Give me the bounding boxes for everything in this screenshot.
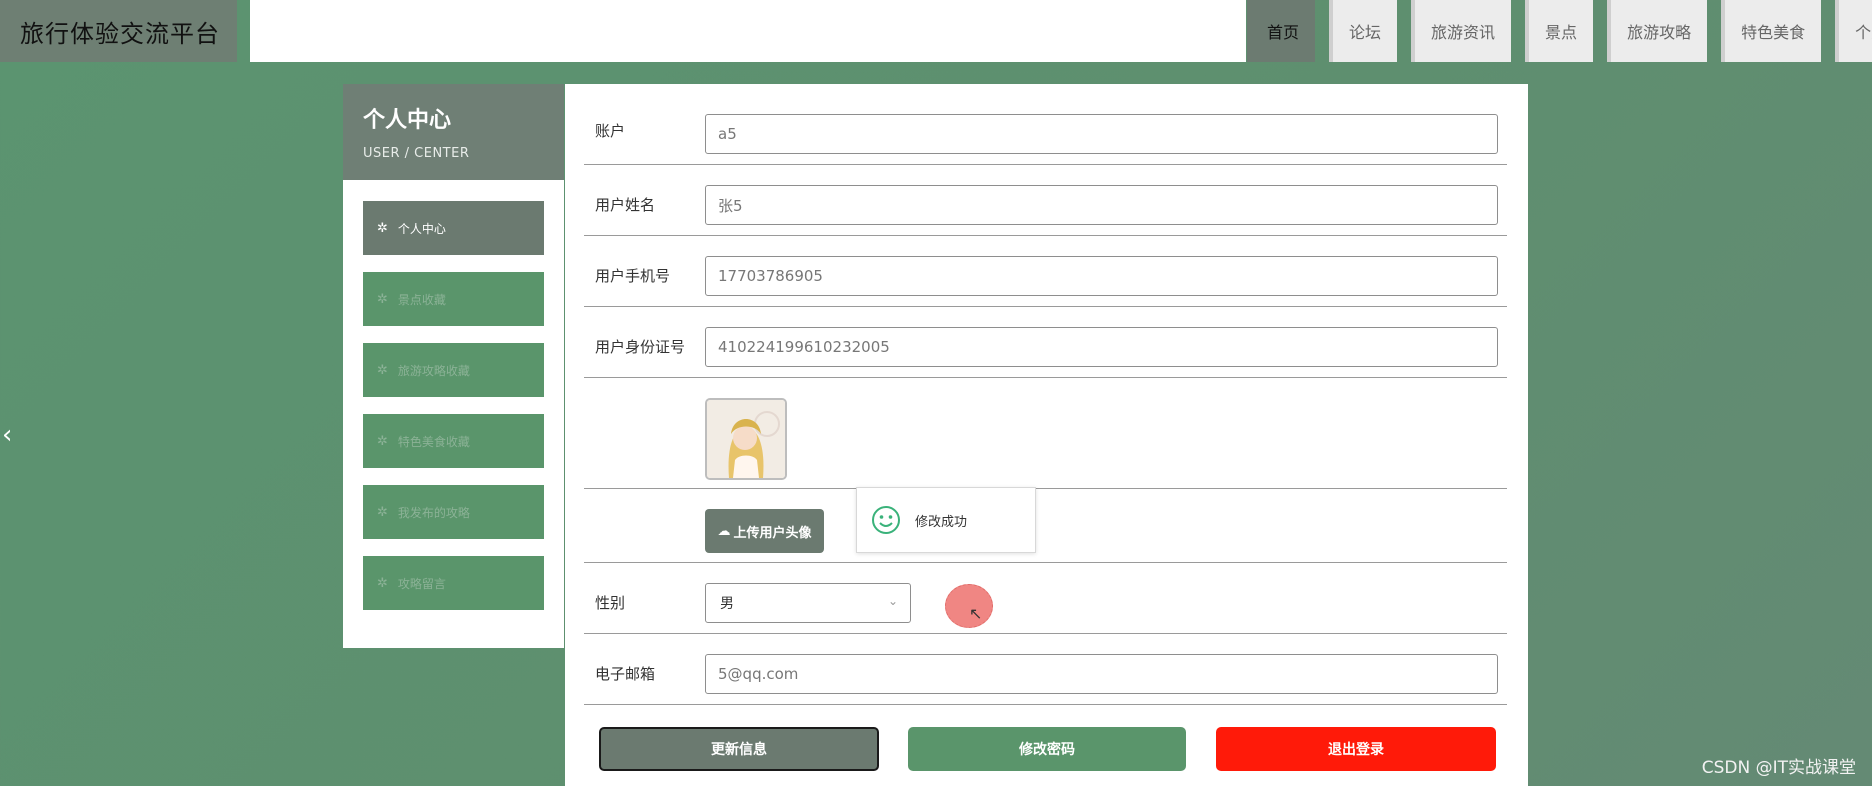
cursor-pointer-icon: ↖	[969, 604, 983, 623]
sidebar-item-label: 个人中心	[397, 221, 446, 236]
change-password-button[interactable]: 修改密码	[908, 727, 1186, 771]
gear-icon: ✲	[377, 291, 388, 307]
nav-attractions[interactable]: 景点	[1525, 0, 1594, 62]
header-blank-area	[250, 0, 1246, 62]
phone-field[interactable]	[705, 256, 1498, 296]
gender-label: 性别	[595, 594, 626, 612]
site-title[interactable]: 旅行体验交流平台	[0, 0, 237, 62]
chevron-down-icon: ⌄	[887, 594, 898, 608]
sidebar-item-label: 特色美食收藏	[397, 434, 470, 449]
gear-icon: ✲	[377, 433, 388, 449]
gear-icon: ✲	[377, 575, 388, 591]
name-row: 用户姓名	[584, 165, 1507, 236]
idcard-row: 用户身份证号	[584, 307, 1507, 378]
smiley-icon	[872, 506, 900, 534]
email-field[interactable]	[705, 654, 1498, 694]
success-toast: 修改成功	[856, 487, 1036, 553]
sidebar-menu: ✲ 个人中心 ✲ 景点收藏 ✲ 旅游攻略收藏 ✲ 特色美食收藏 ✲ 我发布的攻略…	[343, 180, 564, 610]
idcard-label: 用户身份证号	[595, 338, 686, 356]
account-field[interactable]	[705, 114, 1498, 154]
gender-selected-value: 男	[720, 596, 734, 612]
avatar	[705, 398, 787, 480]
phone-label: 用户手机号	[595, 267, 671, 285]
phone-row: 用户手机号	[584, 236, 1507, 307]
avatar-row	[584, 378, 1507, 489]
sidebar-item-guide-comments[interactable]: ✲ 攻略留言	[363, 556, 544, 610]
gear-icon: ✲	[377, 220, 388, 236]
upload-avatar-button[interactable]: ☁ 上传用户头像	[705, 509, 824, 553]
sidebar-item-label: 我发布的攻略	[397, 505, 470, 520]
sidebar-item-food-favorites[interactable]: ✲ 特色美食收藏	[363, 414, 544, 468]
main-nav: 首页 论坛 旅游资讯 景点 旅游攻略 特色美食 个人中心	[1247, 0, 1872, 62]
account-label: 账户	[595, 122, 626, 140]
profile-form: 账户 用户姓名 用户手机号 用户身份证号 ☁ 上传用户头像	[565, 84, 1528, 786]
user-center-sidebar: 个人中心 USER / CENTER ✲ 个人中心 ✲ 景点收藏 ✲ 旅游攻略收…	[343, 84, 564, 648]
nav-travel-news[interactable]: 旅游资讯	[1411, 0, 1512, 62]
sidebar-item-attraction-favorites[interactable]: ✲ 景点收藏	[363, 272, 544, 326]
gender-select[interactable]: 男 ⌄	[705, 583, 911, 623]
email-row: 电子邮箱	[584, 634, 1507, 705]
nav-local-food[interactable]: 特色美食	[1721, 0, 1822, 62]
update-info-button[interactable]: 更新信息	[599, 727, 879, 771]
upload-row: ☁ 上传用户头像	[584, 489, 1507, 563]
sidebar-item-label: 景点收藏	[397, 292, 446, 307]
watermark: CSDN @IT实战课堂	[1701, 758, 1856, 778]
sidebar-item-my-guides[interactable]: ✲ 我发布的攻略	[363, 485, 544, 539]
name-label: 用户姓名	[595, 196, 656, 214]
logout-button[interactable]: 退出登录	[1216, 727, 1496, 771]
gender-row: 性别 男 ⌄ ↖	[584, 563, 1507, 634]
gear-icon: ✲	[377, 362, 388, 378]
cloud-upload-icon: ☁	[717, 523, 731, 539]
sidebar-header: 个人中心 USER / CENTER	[343, 84, 564, 180]
top-navbar: 旅行体验交流平台 首页 论坛 旅游资讯 景点 旅游攻略 特色美食 个人中心	[0, 0, 1872, 62]
chevron-left-icon[interactable]: ‹	[2, 420, 12, 450]
nav-user-center[interactable]: 个人中心	[1835, 0, 1872, 62]
toast-message: 修改成功	[915, 514, 968, 530]
upload-avatar-label: 上传用户头像	[733, 525, 812, 541]
nav-travel-guides[interactable]: 旅游攻略	[1607, 0, 1708, 62]
sidebar-title: 个人中心	[363, 108, 452, 133]
nav-forum[interactable]: 论坛	[1329, 0, 1398, 62]
nav-home[interactable]: 首页	[1247, 0, 1316, 62]
gear-icon: ✲	[377, 504, 388, 520]
click-indicator: ↖	[945, 584, 993, 628]
email-label: 电子邮箱	[595, 665, 656, 683]
sidebar-item-guide-favorites[interactable]: ✲ 旅游攻略收藏	[363, 343, 544, 397]
sidebar-item-user-center[interactable]: ✲ 个人中心	[363, 201, 544, 255]
sidebar-item-label: 攻略留言	[397, 576, 446, 591]
idcard-field[interactable]	[705, 327, 1498, 367]
account-row: 账户	[584, 84, 1507, 165]
name-field[interactable]	[705, 185, 1498, 225]
sidebar-item-label: 旅游攻略收藏	[397, 363, 470, 378]
sidebar-subtitle: USER / CENTER	[363, 146, 470, 161]
